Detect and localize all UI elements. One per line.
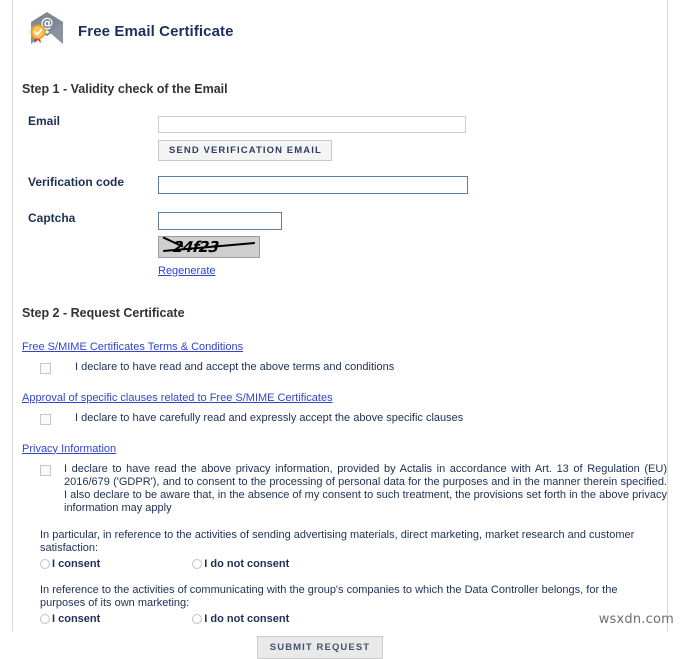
specific-clauses-link[interactable]: Approval of specific clauses related to …	[22, 392, 333, 404]
email-certificate-icon: @	[26, 10, 68, 52]
captcha-row: Captcha 24f23 Regenerate	[13, 211, 667, 279]
clauses-link-wrap: Approval of specific clauses related to …	[13, 388, 667, 406]
email-row: Email SEND VERIFICATION EMAIL	[13, 114, 667, 161]
consent-block-2-yes[interactable]: I consent	[40, 613, 100, 625]
captcha-field-area: 24f23 Regenerate	[158, 211, 667, 279]
page-title: Free Email Certificate	[78, 22, 234, 40]
consent-block-1-options: I consent I do not consent	[13, 558, 667, 570]
consent-block-1-yes[interactable]: I consent	[40, 558, 100, 570]
consent-block-2-no[interactable]: I do not consent	[192, 613, 289, 625]
email-label: Email	[28, 114, 61, 128]
verification-code-field-area	[158, 175, 667, 194]
verification-code-label: Verification code	[28, 174, 125, 189]
terms-accept-checkbox[interactable]	[40, 362, 51, 374]
consent-block-2-yes-radio[interactable]	[40, 613, 50, 624]
consent-block-1-yes-label[interactable]: I consent	[52, 558, 100, 570]
email-input[interactable]	[158, 115, 466, 133]
verification-code-input[interactable]	[158, 175, 468, 194]
step1-heading: Step 1 - Validity check of the Email	[22, 82, 228, 96]
privacy-accept-checkbox[interactable]	[40, 464, 51, 476]
consent-block-2-no-label[interactable]: I do not consent	[204, 613, 289, 625]
terms-link-wrap: Free S/MIME Certificates Terms & Conditi…	[13, 337, 667, 355]
page-header: @ Free Email Certificate	[13, 0, 667, 52]
content-column: @ Free Email Certificate Step 1 - Validi…	[13, 0, 667, 659]
privacy-declaration-text: I declare to have read the above privacy…	[64, 462, 667, 514]
consent-block-2-options: I consent I do not consent	[13, 613, 667, 625]
captcha-image-text: 24f23	[172, 237, 220, 256]
submit-row: SUBMIT REQUEST	[13, 635, 667, 659]
captcha-image: 24f23	[158, 235, 260, 258]
verification-code-row: Verification code	[13, 175, 667, 194]
privacy-information-link[interactable]: Privacy Information	[22, 443, 116, 455]
captcha-label: Captcha	[28, 210, 76, 225]
terms-and-conditions-link[interactable]: Free S/MIME Certificates Terms & Conditi…	[22, 341, 243, 353]
consent-block-1-no[interactable]: I do not consent	[192, 558, 289, 570]
privacy-declaration-row: I declare to have read the above privacy…	[13, 463, 667, 515]
consent-block-1-no-label[interactable]: I do not consent	[204, 558, 289, 570]
captcha-input[interactable]	[158, 211, 282, 230]
page-root: @ Free Email Certificate Step 1 - Validi…	[0, 0, 680, 659]
clauses-declaration-text: I declare to have carefully read and exp…	[75, 411, 464, 424]
consent-block-2-yes-label[interactable]: I consent	[52, 613, 100, 625]
terms-declaration-row: I declare to have read and accept the ab…	[13, 361, 667, 374]
privacy-link-wrap: Privacy Information	[13, 439, 667, 457]
right-rule	[667, 0, 668, 631]
consent-block-1-yes-radio[interactable]	[40, 558, 50, 569]
email-field-area: SEND VERIFICATION EMAIL	[158, 114, 667, 161]
watermark: wsxdn.com	[598, 612, 674, 627]
submit-request-button[interactable]: SUBMIT REQUEST	[256, 635, 384, 659]
step2-heading: Step 2 - Request Certificate	[22, 305, 185, 320]
regenerate-captcha-link[interactable]: Regenerate	[158, 265, 216, 277]
consent-block-2-intro: In reference to the activities of commun…	[40, 583, 618, 610]
consent-block-2-no-radio[interactable]	[192, 613, 203, 624]
send-verification-email-button[interactable]: SEND VERIFICATION EMAIL	[158, 139, 332, 161]
terms-declaration-text: I declare to have read and accept the ab…	[75, 360, 395, 373]
clauses-accept-checkbox[interactable]	[40, 413, 51, 425]
consent-block-1-no-radio[interactable]	[192, 558, 203, 569]
consent-block-1-intro: In particular, in reference to the activ…	[40, 528, 635, 555]
clauses-declaration-row: I declare to have carefully read and exp…	[13, 412, 667, 425]
